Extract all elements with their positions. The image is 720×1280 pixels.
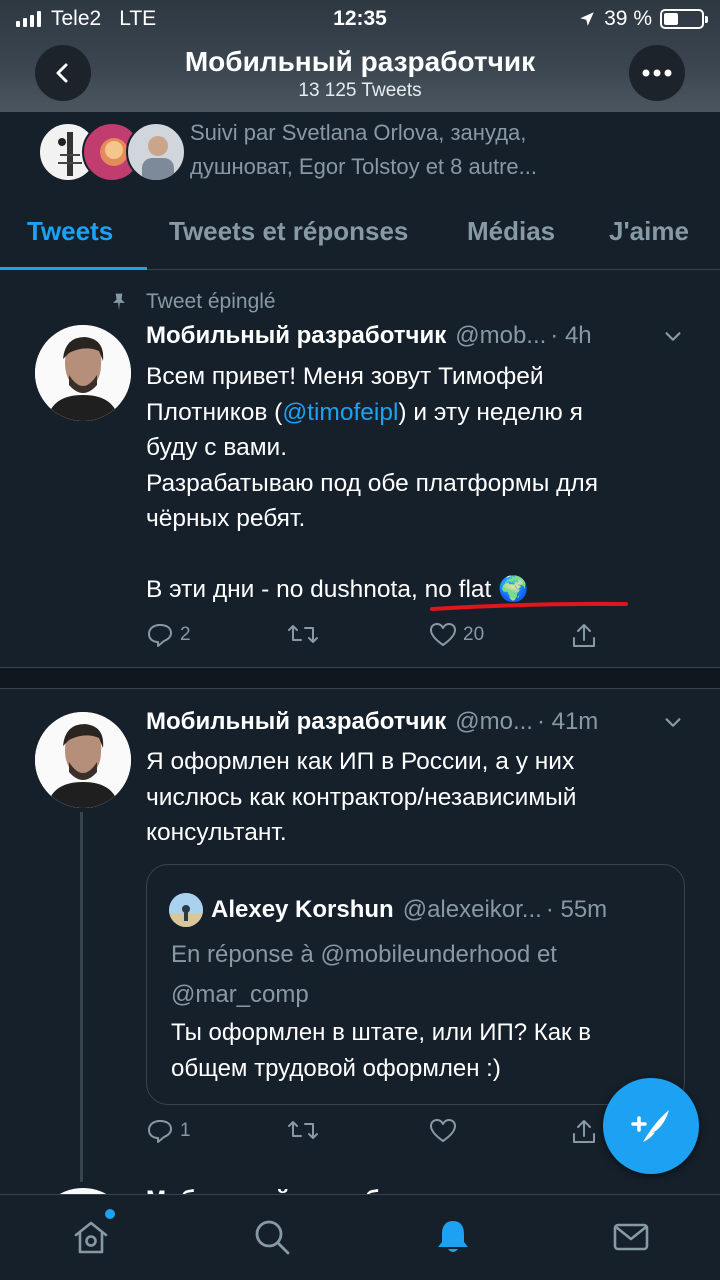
reply-icon	[148, 624, 172, 647]
battery-icon	[660, 9, 708, 29]
search-icon	[255, 1220, 290, 1255]
tweet-count: 13 125 Tweets	[298, 80, 422, 101]
compose-tweet-icon	[631, 1110, 669, 1142]
globe-emoji: 🌍	[498, 576, 529, 603]
bottom-tab-bar	[0, 1194, 720, 1280]
retweet-button[interactable]	[287, 622, 325, 646]
status-bar: Tele2 LTE 12:35 39 %	[0, 0, 720, 38]
tab-messages[interactable]	[609, 1215, 653, 1259]
ellipsis-icon	[642, 69, 672, 77]
avatar	[126, 122, 186, 182]
mention-link[interactable]: @timofeipl	[282, 399, 398, 426]
more-button[interactable]	[629, 45, 685, 101]
author-name[interactable]: Мобильный разработчик	[146, 322, 446, 350]
tweet-time: · 4h	[550, 322, 592, 349]
quoted-tweet[interactable]: Alexey Korshun @alexeikor... · 55m En ré…	[146, 864, 685, 1105]
chevron-down-icon[interactable]	[662, 712, 684, 734]
tab-tweets-and-replies[interactable]: Tweets et réponses	[169, 216, 408, 247]
next-tweet-peek: Мобильный разработчик	[0, 1182, 720, 1194]
reply-count: 1	[180, 1120, 191, 1141]
quoted-author-name: Alexey Korshun	[211, 896, 394, 923]
pinned-label: Tweet épinglé	[146, 290, 276, 313]
like-button[interactable]	[429, 1118, 463, 1144]
reply-button[interactable]: 2	[146, 622, 191, 648]
reply-button[interactable]: 1	[146, 1118, 191, 1144]
mail-icon	[613, 1223, 649, 1251]
tweet-text: Всем привет! Меня зовут Тимофей Плотнико…	[146, 359, 686, 608]
tweet-actions: 1	[146, 1118, 616, 1148]
tab-likes[interactable]: J'aime	[609, 216, 689, 247]
chevron-down-icon[interactable]	[662, 326, 684, 348]
heart-icon	[430, 623, 456, 646]
profile-header: Tele2 LTE 12:35 39 % Мобильный разработч…	[0, 0, 720, 112]
author-handle[interactable]: @mob...	[455, 322, 546, 350]
reply-context: En réponse à @mobileunderhood et @mar_co…	[171, 941, 557, 1008]
avatar	[169, 893, 203, 927]
section-divider	[0, 667, 720, 689]
follower-avatars	[38, 122, 186, 184]
share-button[interactable]	[570, 622, 598, 650]
quoted-author-handle: @alexeikor...	[402, 896, 542, 923]
reply-icon	[148, 1120, 172, 1143]
tab-search[interactable]	[250, 1215, 294, 1259]
battery-fill	[664, 13, 678, 25]
followed-by[interactable]: Suivi par Svetlana Orlova, зануда, душно…	[0, 112, 720, 198]
pinned-tweet[interactable]: Tweet épinglé Мобильный разработчик @mob…	[0, 270, 720, 667]
thread-line	[80, 812, 83, 1182]
tab-notifications[interactable]	[431, 1215, 475, 1259]
like-count: 20	[463, 624, 485, 645]
followed-by-text: Suivi par Svetlana Orlova, зануда, душно…	[190, 120, 537, 179]
pin-icon	[113, 293, 125, 311]
tab-tweets[interactable]: Tweets	[27, 216, 113, 247]
quoted-tweet-time: · 55m	[545, 896, 608, 923]
share-icon	[573, 624, 595, 647]
unread-dot	[105, 1209, 115, 1219]
home-icon	[74, 1221, 108, 1254]
bell-icon	[438, 1221, 468, 1252]
tweet-text-part: ) и эту неделю я буду с вами. Разрабатыв…	[146, 398, 598, 604]
compose-tweet-button[interactable]	[603, 1078, 699, 1174]
quoted-tweet-text: Ты оформлен в штате, или ИП? Как в общем…	[171, 1019, 591, 1082]
battery-percent: 39 %	[604, 7, 652, 30]
like-button[interactable]: 20	[429, 622, 484, 648]
tweet-time: · 41m	[536, 708, 599, 735]
author-handle[interactable]: @mo...	[455, 708, 533, 736]
retweet-button[interactable]	[287, 1118, 325, 1142]
tab-media[interactable]: Médias	[467, 216, 555, 247]
author-name: Мобильный разработчик	[146, 1186, 446, 1194]
heart-icon	[430, 1119, 456, 1142]
retweet-icon	[288, 625, 318, 643]
profile-tabs: Tweets Tweets et réponses Médias J'aime	[0, 198, 720, 270]
tweet-actions: 2 20	[146, 622, 616, 652]
share-button[interactable]	[570, 1118, 598, 1146]
share-icon	[573, 1120, 595, 1143]
annotation-underline	[430, 601, 628, 611]
page-title: Мобильный разработчик	[184, 46, 536, 77]
author-name[interactable]: Мобильный разработчик	[146, 708, 446, 736]
location-arrow-icon	[580, 12, 594, 26]
avatar[interactable]	[35, 325, 131, 421]
avatar[interactable]	[35, 712, 131, 808]
tweet-text: Я оформлен как ИП в России, а у них числ…	[146, 748, 577, 846]
retweet-icon	[288, 1121, 318, 1139]
reply-count: 2	[180, 624, 191, 645]
tab-home[interactable]	[69, 1209, 115, 1259]
